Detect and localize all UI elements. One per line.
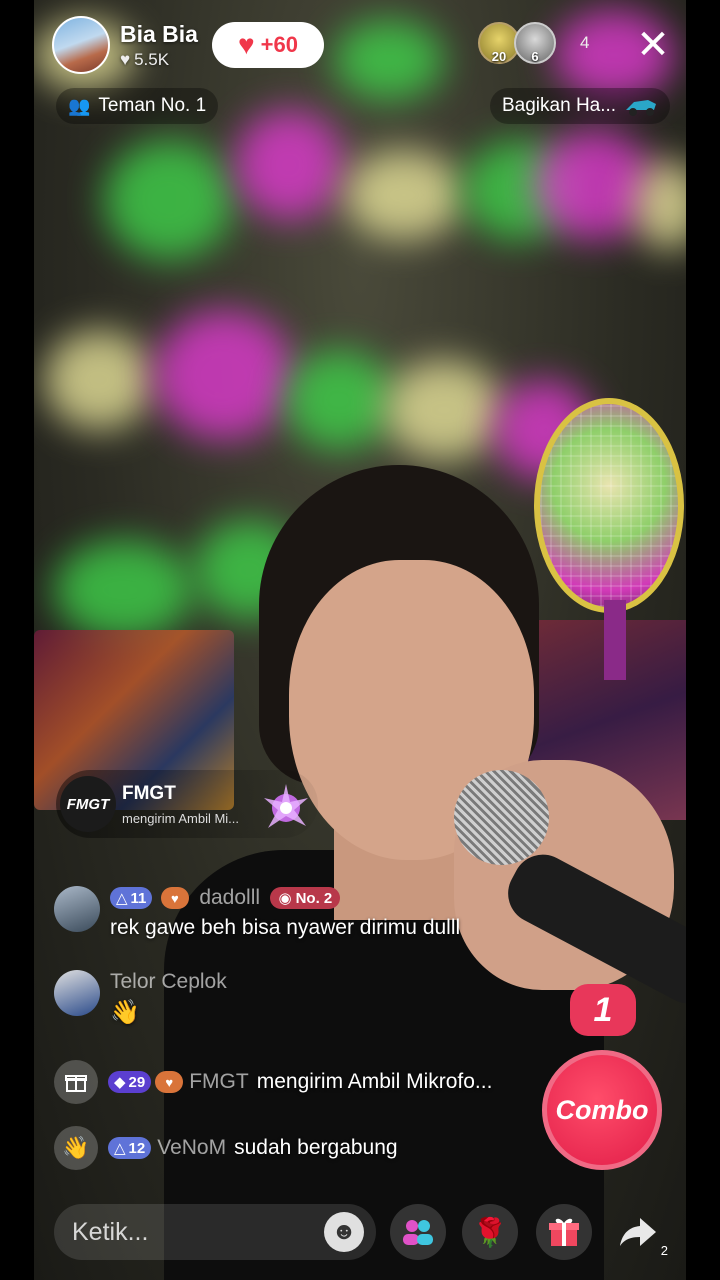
microphone-gift-icon: [264, 784, 308, 828]
level-badge: ◆ 29: [108, 1071, 152, 1093]
gift-sender-logo: FMGT: [60, 776, 116, 832]
rank-label: No. 2: [295, 889, 333, 907]
chat-username[interactable]: Telor Ceplok: [110, 970, 227, 994]
share-badge[interactable]: Bagikan Ha...: [490, 88, 671, 124]
viewer-level: 20: [491, 49, 507, 64]
gift-message[interactable]: ◆ 29 ♥ FMGT mengirim Ambil Mikrofo...: [54, 1060, 492, 1104]
friend-rank-label: Teman No. 1: [98, 95, 207, 116]
race-car-icon: [626, 100, 657, 116]
level-number: 12: [128, 1139, 146, 1157]
host-profile[interactable]: Bia Bia ♥ 5.5K: [52, 14, 198, 76]
close-icon[interactable]: ✕: [630, 25, 676, 66]
viewer-avatar[interactable]: 6: [514, 22, 556, 64]
people-icon: 👥: [68, 95, 91, 116]
chat-username[interactable]: dadolll: [199, 886, 260, 909]
combo-button[interactable]: Combo: [542, 1050, 662, 1170]
heart-icon: ♥: [238, 29, 255, 60]
chat-message[interactable]: △ 11 ♥ dadolll ◉ No. 2 rek gawe beh bisa…: [54, 886, 460, 940]
chat-avatar[interactable]: [54, 970, 100, 1016]
share-icon: [620, 1218, 656, 1246]
share-button[interactable]: 2: [610, 1204, 668, 1260]
level-badge: △ 12: [108, 1137, 152, 1159]
viewer-level: 6: [531, 49, 539, 64]
heart-icon: ♥: [120, 49, 131, 69]
gift-sender-name: FMGT: [122, 782, 176, 804]
chat-username[interactable]: VeNoM: [157, 1136, 226, 1160]
chat-username[interactable]: FMGT: [189, 1070, 248, 1094]
host-avatar[interactable]: [52, 16, 110, 74]
level-badge: △ 11: [110, 887, 153, 909]
rank-badge: ◉ No. 2: [270, 887, 341, 909]
chat-message[interactable]: Telor Ceplok 👋: [54, 970, 227, 1027]
share-badge-label: Bagikan Ha...: [502, 95, 617, 116]
chat-text: 👋: [110, 999, 140, 1026]
join-message[interactable]: 👋 △ 12 VeNoM sudah bergabung: [54, 1126, 398, 1170]
chat-text: sudah bergabung: [234, 1136, 398, 1159]
combo-count: 1: [570, 984, 636, 1036]
viewer-count[interactable]: 4: [580, 33, 589, 53]
multi-guest-button[interactable]: [390, 1204, 446, 1260]
follow-button[interactable]: ♥ +60: [212, 22, 324, 68]
level-number: 29: [128, 1073, 146, 1091]
multi-guest-icon: [403, 1220, 433, 1245]
host-name: Bia Bia: [120, 20, 198, 47]
fan-badge-icon: ♥: [160, 887, 189, 909]
chat-text: mengirim Ambil Mikrofo...: [256, 1070, 493, 1093]
host-likes-count: 5.5K: [134, 49, 170, 69]
microphone-head: [454, 770, 549, 865]
fan-badge-icon: ♥: [155, 1071, 184, 1093]
share-count: 2: [660, 1243, 668, 1258]
gift-button[interactable]: [536, 1204, 592, 1260]
gift-icon: [549, 1218, 579, 1246]
gift-box-icon: [54, 1060, 98, 1104]
follow-label: +60: [260, 32, 298, 57]
level-number: 11: [130, 889, 147, 907]
friend-rank-badge[interactable]: 👥 Teman No. 1: [56, 88, 219, 124]
host-likes: ♥ 5.5K: [120, 50, 198, 70]
tennis-racket: [534, 398, 684, 613]
racket-handle: [604, 600, 626, 680]
rose-icon: 🌹: [472, 1216, 508, 1248]
top-viewers[interactable]: 20 6 4: [478, 22, 589, 64]
emoji-icon[interactable]: ☻: [324, 1212, 364, 1252]
bottom-bar: Ketik... ☻ 🌹 2: [54, 1204, 674, 1260]
gift-subtitle: mengirim Ambil Mi...: [122, 810, 240, 826]
chat-avatar[interactable]: [54, 886, 100, 932]
rose-button[interactable]: 🌹: [462, 1204, 518, 1260]
wave-icon: 👋: [54, 1126, 98, 1170]
chat-text: rek gawe beh bisa nyawer dirimu dulll: [110, 916, 461, 939]
